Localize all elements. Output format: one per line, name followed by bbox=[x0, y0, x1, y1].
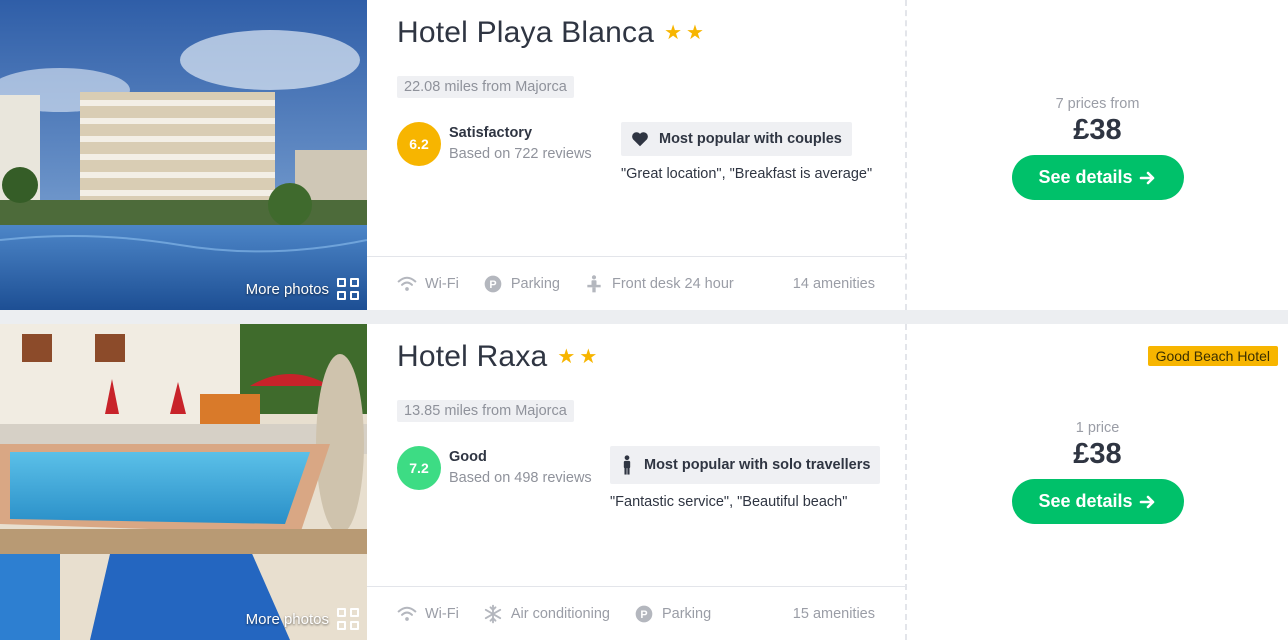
review-highlights: "Great location", "Breakfast is average" bbox=[621, 166, 873, 182]
amenities-bar: Wi-Fi Air conditioning P Parking 15 amen… bbox=[367, 586, 905, 640]
hotel-info: Hotel Raxa ★ ★ 13.85 miles from Majorca … bbox=[367, 324, 907, 640]
prices-from-label: 7 prices from bbox=[1055, 96, 1140, 112]
amenity-item: Wi-Fi bbox=[397, 274, 459, 294]
amenity-label: Front desk 24 hour bbox=[612, 275, 734, 292]
popular-with: Most popular with couples "Great locatio… bbox=[621, 122, 872, 182]
hotel-results-list: More photos Hotel Playa Blanca ★ ★ 22.08… bbox=[0, 0, 1288, 640]
hotel-photo[interactable]: More photos bbox=[0, 0, 367, 310]
solo-traveller-icon bbox=[623, 455, 631, 475]
amenity-item: Front desk 24 hour bbox=[584, 274, 734, 294]
distance-badge: 22.08 miles from Majorca bbox=[397, 76, 574, 98]
see-details-label: See details bbox=[1038, 491, 1133, 511]
rating-score: 6.2 bbox=[397, 122, 441, 166]
hotel-card[interactable]: More photos Hotel Playa Blanca ★ ★ 22.08… bbox=[0, 0, 1288, 310]
gallery-grid-icon bbox=[337, 278, 359, 300]
heart-icon bbox=[632, 132, 648, 147]
front-desk-icon bbox=[587, 274, 601, 292]
amenity-count-link[interactable]: 14 amenities bbox=[793, 276, 875, 292]
review-count: Based on 722 reviews bbox=[449, 146, 592, 162]
parking-icon: P bbox=[484, 275, 502, 292]
see-details-button[interactable]: See details bbox=[1011, 479, 1184, 524]
guest-rating: 7.2 Good Based on 498 reviews bbox=[397, 446, 592, 490]
star-rating: ★ ★ bbox=[664, 23, 704, 43]
svg-text:P: P bbox=[489, 279, 496, 291]
amenity-item: Air conditioning bbox=[483, 604, 610, 624]
rating-score: 7.2 bbox=[397, 446, 441, 490]
star-icon: ★ bbox=[557, 346, 576, 368]
popular-with: Most popular with solo travellers "Fanta… bbox=[610, 446, 881, 510]
hotel-info: Hotel Playa Blanca ★ ★ 22.08 miles from … bbox=[367, 0, 907, 310]
hotel-image bbox=[0, 0, 367, 310]
good-beach-hotel-badge: Good Beach Hotel bbox=[1147, 346, 1278, 366]
svg-text:P: P bbox=[640, 609, 647, 621]
amenity-label: Wi-Fi bbox=[425, 275, 459, 292]
distance-badge: 13.85 miles from Majorca bbox=[397, 400, 574, 422]
see-details-button[interactable]: See details bbox=[1011, 155, 1184, 200]
hotel-name[interactable]: Hotel Playa Blanca bbox=[397, 16, 654, 50]
hotel-name[interactable]: Hotel Raxa bbox=[397, 340, 547, 374]
rating-label: Good bbox=[449, 449, 487, 465]
hotel-photo[interactable]: More photos bbox=[0, 324, 367, 640]
rating-label: Satisfactory bbox=[449, 125, 533, 141]
amenity-item: P Parking bbox=[634, 604, 711, 624]
amenity-item: P Parking bbox=[483, 274, 560, 294]
wifi-icon bbox=[397, 606, 417, 621]
price-value: £38 bbox=[1073, 438, 1122, 470]
popular-badge: Most popular with solo travellers bbox=[610, 446, 881, 484]
gallery-grid-icon bbox=[337, 608, 359, 630]
more-photos-link[interactable]: More photos bbox=[246, 278, 359, 300]
star-icon: ★ bbox=[579, 346, 598, 368]
popular-badge: Most popular with couples bbox=[621, 122, 852, 156]
star-icon: ★ bbox=[664, 22, 683, 44]
more-photos-link[interactable]: More photos bbox=[246, 608, 359, 630]
more-photos-label: More photos bbox=[245, 280, 329, 298]
wifi-icon bbox=[397, 276, 417, 291]
review-highlights: "Fantastic service", "Beautiful beach" bbox=[610, 494, 848, 510]
see-details-label: See details bbox=[1038, 167, 1133, 187]
amenity-label: Parking bbox=[510, 275, 560, 292]
popular-label: Most popular with solo travellers bbox=[644, 457, 871, 473]
amenity-label: Parking bbox=[661, 605, 712, 622]
snowflake-icon bbox=[484, 604, 501, 623]
hotel-image bbox=[0, 324, 367, 640]
amenity-count-link[interactable]: 15 amenities bbox=[793, 606, 875, 622]
arrow-right-icon bbox=[1139, 495, 1154, 508]
price-value: £38 bbox=[1073, 114, 1122, 146]
parking-icon: P bbox=[635, 605, 653, 622]
review-count: Based on 498 reviews bbox=[449, 470, 592, 486]
amenity-label: Wi-Fi bbox=[425, 605, 459, 622]
hotel-card[interactable]: More photos Hotel Raxa ★ ★ 13.85 miles f… bbox=[0, 324, 1288, 640]
guest-rating: 6.2 Satisfactory Based on 722 reviews bbox=[397, 122, 592, 166]
star-rating: ★ ★ bbox=[557, 347, 597, 367]
arrow-right-icon bbox=[1139, 171, 1154, 184]
amenity-item: Wi-Fi bbox=[397, 604, 459, 624]
prices-from-label: 1 price bbox=[1075, 420, 1120, 436]
price-panel: Good Beach Hotel 1 price £38 See details bbox=[907, 324, 1288, 640]
amenity-label: Air conditioning bbox=[510, 605, 610, 622]
more-photos-label: More photos bbox=[245, 610, 329, 628]
popular-label: Most popular with couples bbox=[659, 131, 842, 147]
price-panel: 7 prices from £38 See details bbox=[907, 0, 1288, 310]
amenities-bar: Wi-Fi P Parking Front desk 24 hour 14 am… bbox=[367, 256, 905, 310]
star-icon: ★ bbox=[686, 22, 704, 44]
